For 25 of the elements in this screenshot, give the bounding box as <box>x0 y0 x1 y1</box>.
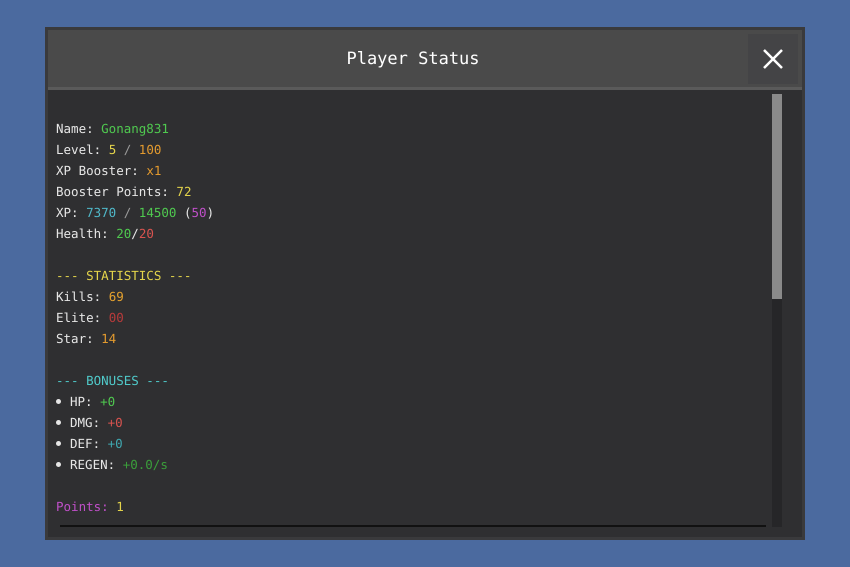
status-line: --- STATISTICS --- <box>56 267 192 285</box>
status-line: Elite: 00 <box>56 309 124 327</box>
status-line: Star: 14 <box>56 330 116 348</box>
close-icon <box>762 48 784 70</box>
status-line: Booster Points: 72 <box>56 183 192 201</box>
status-line: Kills: 69 <box>56 288 124 306</box>
window-title: Player Status <box>345 48 481 68</box>
status-line: Points: 1 <box>56 498 124 516</box>
status-line: Level: 5 / 100 <box>56 141 162 159</box>
status-line: --- BONUSES --- <box>56 372 169 390</box>
status-line: XP: 7370 / 14500 (50) <box>56 204 214 222</box>
horizontal-scrollbar[interactable] <box>60 525 766 527</box>
close-button[interactable] <box>748 34 798 84</box>
status-line: Health: 20/20 <box>56 225 154 243</box>
status-line: REGEN: +0.0/s <box>70 456 168 474</box>
status-line: Name: Gonang831 <box>56 120 169 138</box>
bullet-icon <box>56 462 61 467</box>
scrollbar-thumb[interactable] <box>772 94 782 299</box>
status-line: DMG: +0 <box>70 414 123 432</box>
bullet-icon <box>56 399 61 404</box>
status-line: XP Booster: x1 <box>56 162 162 180</box>
status-line: DEF: +0 <box>70 435 123 453</box>
bullet-icon <box>56 441 61 446</box>
status-line: HP: +0 <box>70 393 116 411</box>
bullet-icon <box>56 420 61 425</box>
